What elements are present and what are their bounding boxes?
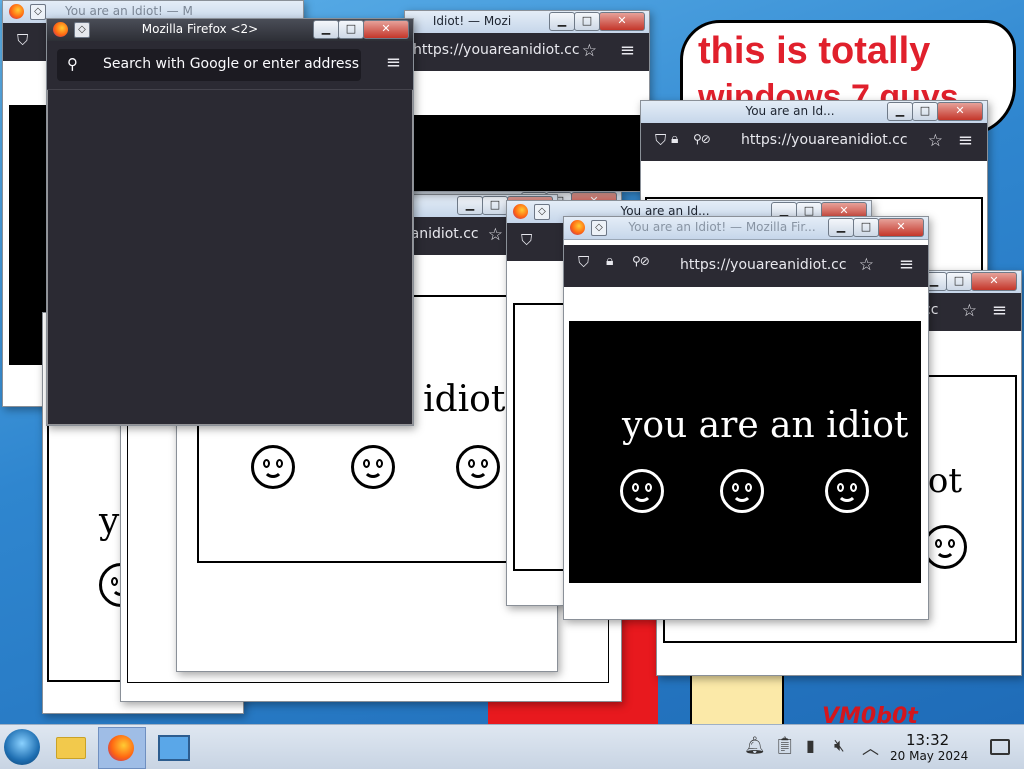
minimize-button[interactable]: ▁ xyxy=(828,218,854,237)
desktop: this is totally windows 7 guys VM0b0t ◇ … xyxy=(0,0,1024,724)
meme-text-line1: this is totally xyxy=(698,30,931,72)
battery-icon: ▮ xyxy=(806,736,815,755)
menu-icon[interactable]: ≡ xyxy=(899,254,914,275)
minimize-button[interactable]: ▁ xyxy=(549,12,575,31)
bookmark-star-icon[interactable]: ☆ xyxy=(582,41,597,61)
smiley-face-icon xyxy=(351,445,395,489)
clock-time[interactable]: 13:32 xyxy=(906,731,949,749)
shield-icon[interactable]: ⛉ xyxy=(521,231,532,249)
navbar: ⚲ Search with Google or enter address ≡ xyxy=(47,41,413,90)
pin-icon[interactable]: ◇ xyxy=(534,204,550,220)
menu-icon[interactable]: ≡ xyxy=(620,40,635,61)
browser-window-idiot[interactable]: ◇ You are an Idiot! — Mozilla Fir... ▁ □ ✕… xyxy=(563,216,929,620)
page-box xyxy=(569,321,921,583)
close-button[interactable]: ✕ xyxy=(971,272,1017,291)
firefox-icon xyxy=(570,220,585,235)
menu-icon[interactable]: ≡ xyxy=(386,52,401,73)
menu-icon[interactable]: ≡ xyxy=(958,130,973,151)
pin-icon[interactable]: ◇ xyxy=(74,22,90,38)
file-manager-icon[interactable] xyxy=(52,729,88,765)
maximize-button[interactable]: □ xyxy=(912,102,938,121)
minimize-button[interactable]: ▁ xyxy=(457,196,483,215)
address-bar[interactable]: ⚲ Search with Google or enter address xyxy=(57,49,361,81)
smiley-face-icon xyxy=(620,469,664,513)
search-icon: ⚲ xyxy=(67,55,78,73)
lock-icon: 🔒︎ xyxy=(606,253,614,269)
clipboard-icon[interactable]: 📋︎ xyxy=(774,736,796,756)
url-text[interactable]: https://youareanidiot.cc xyxy=(741,132,908,148)
smiley-face-icon xyxy=(251,445,295,489)
browser-window-active[interactable]: ◇ Mozilla Firefox <2> ▁ □ ✕ ⚲ Search with … xyxy=(46,18,414,426)
window-title: You are an Idiot! — Mozilla Fir... xyxy=(628,220,816,234)
shield-icon[interactable]: ⛉ xyxy=(655,131,666,149)
minimize-button[interactable]: ▁ xyxy=(887,102,913,121)
smiley-face-icon xyxy=(456,445,500,489)
show-desktop-icon[interactable] xyxy=(990,739,1010,755)
close-button[interactable]: ✕ xyxy=(363,20,409,39)
firefox-icon xyxy=(53,22,68,37)
maximize-button[interactable]: □ xyxy=(482,196,508,215)
firefox-icon xyxy=(513,204,528,219)
volume-muted-icon[interactable]: 🔇︎ xyxy=(834,736,845,756)
clock-date[interactable]: 20 May 2024 xyxy=(890,749,968,763)
bookmark-star-icon[interactable]: ☆ xyxy=(488,225,503,245)
smiley-face-icon xyxy=(923,525,967,569)
firefox-icon xyxy=(9,4,24,19)
pin-icon[interactable]: ◇ xyxy=(591,220,607,236)
smiley-face-icon xyxy=(825,469,869,513)
url-text[interactable]: https://youareanidiot.cc xyxy=(413,42,580,58)
bookmark-star-icon[interactable]: ☆ xyxy=(928,131,943,151)
system-monitor-icon[interactable] xyxy=(154,729,190,765)
maximize-button[interactable]: □ xyxy=(574,12,600,31)
window-title: You are an Idiot! — Mozilla Fir... xyxy=(65,4,193,18)
expand-tray-icon[interactable]: ︿ xyxy=(862,734,879,759)
window-title: Mozilla Firefox <2> xyxy=(141,22,259,36)
page-text: you are an idiot xyxy=(622,405,909,446)
page-box xyxy=(405,115,641,191)
firefox-icon[interactable] xyxy=(98,727,146,769)
notifications-icon[interactable]: 🔔︎ xyxy=(744,736,766,756)
maximize-button[interactable]: □ xyxy=(338,20,364,39)
window-title: You are an Id... xyxy=(745,104,835,118)
close-button[interactable]: ✕ xyxy=(878,218,924,237)
permissions-icon[interactable]: ⚲⊘ xyxy=(693,132,711,146)
watermark-text: VM0b0t xyxy=(822,704,918,724)
search-input[interactable]: Search with Google or enter address xyxy=(103,56,359,72)
smiley-face-icon xyxy=(720,469,764,513)
lock-icon: 🔒︎ xyxy=(671,131,679,147)
permissions-icon[interactable]: ⚲⊘ xyxy=(632,254,650,268)
maximize-button[interactable]: □ xyxy=(853,218,879,237)
shield-icon[interactable]: ⛉ xyxy=(578,253,589,271)
navbar: https://youareanidiot.cc ☆ ≡ xyxy=(405,33,649,71)
navbar: ⛉ 🔒︎ ⚲⊘ https://youareanidiot.cc ☆ ≡ xyxy=(641,123,987,161)
window-title: Idiot! — Mozi xyxy=(432,14,512,28)
menu-icon[interactable]: ≡ xyxy=(992,300,1007,321)
close-button[interactable]: ✕ xyxy=(937,102,983,121)
bookmark-star-icon[interactable]: ☆ xyxy=(962,301,977,321)
bookmark-star-icon[interactable]: ☆ xyxy=(859,255,874,275)
navbar: ⛉ 🔒︎ ⚲⊘ https://youareanidiot.cc ☆ ≡ xyxy=(564,245,928,287)
taskbar: 🔔︎ 📋︎ ▮ 🔇︎ ︿ 13:32 20 May 2024 xyxy=(0,724,1024,769)
close-button[interactable]: ✕ xyxy=(599,12,645,31)
start-orb-icon[interactable] xyxy=(4,729,40,765)
maximize-button[interactable]: □ xyxy=(946,272,972,291)
minimize-button[interactable]: ▁ xyxy=(313,20,339,39)
browser-window-back-e[interactable]: Idiot! — Mozi ▁ □ ✕ https://youareanidiot.… xyxy=(404,10,650,192)
pin-icon[interactable]: ◇ xyxy=(30,4,46,20)
url-text[interactable]: https://youareanidiot.cc xyxy=(680,257,847,273)
shield-icon[interactable]: ⛉ xyxy=(17,31,28,49)
